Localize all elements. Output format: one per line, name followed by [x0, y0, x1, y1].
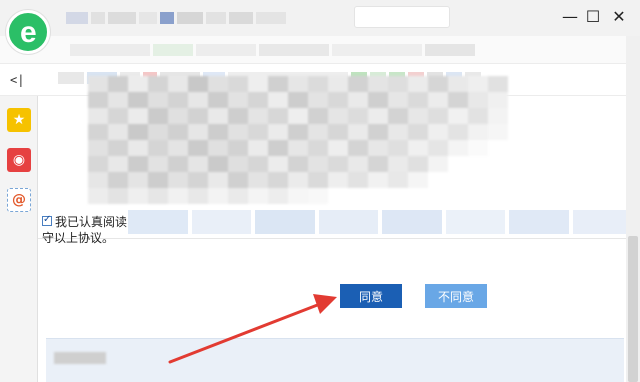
star-icon[interactable]: ★: [7, 108, 31, 132]
tabs-bar: [0, 36, 640, 64]
blurred-title: [66, 12, 289, 24]
blurred-content: [88, 76, 508, 204]
vertical-scrollbar[interactable]: [626, 36, 640, 382]
maximize-button[interactable]: ☐: [583, 8, 603, 26]
agree-button[interactable]: 同意: [340, 284, 402, 308]
app-logo-icon: e: [6, 10, 50, 54]
minimize-button[interactable]: —: [560, 8, 580, 26]
agreement-checkbox-label: 我已认真阅读守以上协议。: [42, 215, 128, 245]
blurred-agreement-link: [128, 210, 632, 234]
left-sidebar: ★ ◉ @: [0, 96, 38, 382]
close-button[interactable]: ✕: [609, 8, 629, 26]
weibo-icon[interactable]: ◉: [7, 148, 31, 172]
disagree-button[interactable]: 不同意: [425, 284, 487, 308]
email-icon[interactable]: @: [7, 188, 31, 212]
title-bar: — ☐ ✕: [0, 0, 640, 36]
blurred-tabs: [70, 44, 478, 56]
logo-letter: e: [20, 16, 37, 49]
scrollbar-thumb[interactable]: [628, 236, 638, 382]
blurred-footer-text: [54, 352, 106, 364]
browser-tab[interactable]: [354, 6, 450, 28]
dialog-footer: [46, 338, 624, 382]
collapse-sidebar-button[interactable]: <|: [10, 72, 30, 88]
